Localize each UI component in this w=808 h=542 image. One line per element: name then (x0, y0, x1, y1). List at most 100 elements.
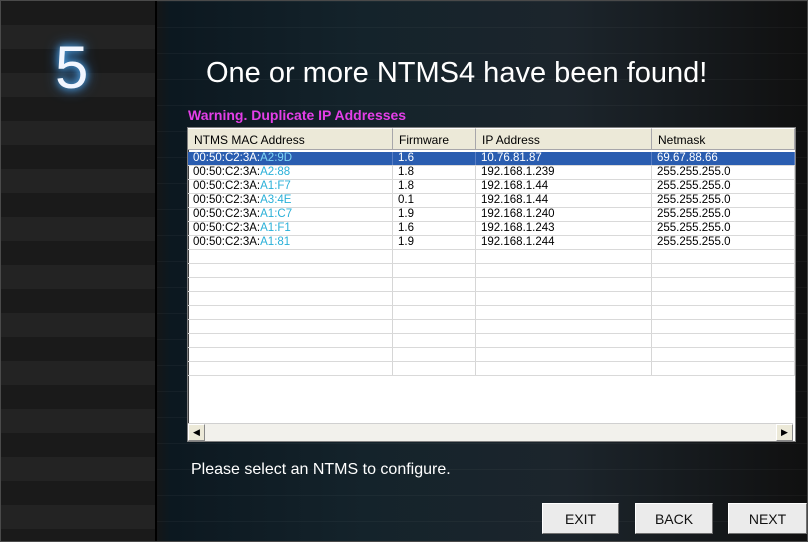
table-row[interactable]: 00:50:C2:3A:A1:C7 1.9 192.168.1.240 255.255… (188, 208, 795, 222)
netmask-cell: 255.255.255.0 (652, 166, 795, 179)
empty-cell (393, 306, 476, 319)
empty-row (188, 250, 795, 264)
netmask-cell: 255.255.255.0 (652, 208, 795, 221)
ip-cell: 192.168.1.244 (476, 236, 652, 249)
empty-cell (393, 264, 476, 277)
column-header-ip[interactable]: IP Address (476, 128, 652, 150)
scroll-right-button[interactable]: ▶ (776, 424, 793, 441)
firmware-cell: 1.8 (393, 180, 476, 193)
firmware-cell: 1.8 (393, 166, 476, 179)
step-number: 5 (55, 34, 89, 101)
mac-cell: 00:50:C2:3A:A2:88 (188, 166, 393, 179)
mac-cell: 00:50:C2:3A:A2:9D (188, 152, 393, 165)
empty-cell (393, 334, 476, 347)
mac-cell: 00:50:C2:3A:A1:F1 (188, 222, 393, 235)
mac-suffix: A1:C7 (260, 208, 293, 220)
empty-cell (188, 250, 393, 263)
firmware-cell: 1.6 (393, 222, 476, 235)
empty-cell (188, 334, 393, 347)
empty-cell (652, 334, 795, 347)
mac-prefix: 00:50:C2:3A: (193, 166, 261, 178)
mac-suffix: A1:F1 (260, 222, 291, 234)
empty-cell (393, 250, 476, 263)
netmask-cell: 255.255.255.0 (652, 236, 795, 249)
next-button[interactable]: NEXT (728, 503, 807, 534)
ip-cell: 192.168.1.44 (476, 180, 652, 193)
empty-cell (652, 320, 795, 333)
ip-cell: 192.168.1.44 (476, 194, 652, 207)
empty-cell (476, 320, 652, 333)
firmware-cell: 1.9 (393, 236, 476, 249)
firmware-cell: 1.6 (393, 152, 476, 165)
arrow-left-icon: ◀ (193, 427, 200, 437)
column-header-netmask[interactable]: Netmask (652, 128, 795, 150)
netmask-cell: 255.255.255.0 (652, 222, 795, 235)
empty-row (188, 334, 795, 348)
netmask-cell: 255.255.255.0 (652, 180, 795, 193)
empty-cell (652, 362, 795, 375)
ip-cell: 192.168.1.243 (476, 222, 652, 235)
empty-cell (652, 306, 795, 319)
firmware-cell: 0.1 (393, 194, 476, 207)
empty-cell (188, 278, 393, 291)
empty-row (188, 292, 795, 306)
empty-cell (188, 264, 393, 277)
mac-cell: 00:50:C2:3A:A1:F7 (188, 180, 393, 193)
empty-cell (393, 348, 476, 361)
empty-cell (476, 334, 652, 347)
scroll-thumb[interactable] (206, 425, 210, 440)
back-button[interactable]: BACK (635, 503, 713, 534)
empty-cell (476, 306, 652, 319)
mac-suffix: A1:81 (260, 236, 291, 248)
empty-cell (188, 320, 393, 333)
mac-cell: 00:50:C2:3A:A1:C7 (188, 208, 393, 221)
mac-prefix: 00:50:C2:3A: (193, 180, 261, 192)
mac-suffix: A2:88 (260, 166, 291, 178)
empty-row (188, 278, 795, 292)
device-list[interactable]: NTMS MAC Address Firmware IP Address Net… (187, 127, 796, 442)
mac-suffix: A3:4E (260, 194, 292, 206)
page-title: One or more NTMS4 have been found! (206, 57, 708, 89)
empty-cell (652, 292, 795, 305)
ip-cell: 10.76.81.87 (476, 152, 652, 165)
mac-prefix: 00:50:C2:3A: (193, 236, 261, 248)
empty-cell (652, 264, 795, 277)
empty-cell (476, 362, 652, 375)
column-header-mac[interactable]: NTMS MAC Address (188, 128, 393, 150)
firmware-cell: 1.9 (393, 208, 476, 221)
empty-cell (476, 250, 652, 263)
table-row[interactable]: 00:50:C2:3A:A1:F7 1.8 192.168.1.44 255.255.… (188, 180, 795, 194)
horizontal-scrollbar[interactable]: ◀ ▶ (188, 423, 793, 441)
exit-button[interactable]: EXIT (542, 503, 619, 534)
empty-cell (393, 292, 476, 305)
mac-prefix: 00:50:C2:3A: (193, 194, 261, 206)
mac-suffix: A2:9D (260, 152, 293, 164)
table-row[interactable]: 00:50:C2:3A:A1:81 1.9 192.168.1.244 255.255… (188, 236, 795, 250)
mac-cell: 00:50:C2:3A:A1:81 (188, 236, 393, 249)
table-row[interactable]: 00:50:C2:3A:A2:88 1.8 192.168.1.239 255.255… (188, 166, 795, 180)
mac-suffix: A1:F7 (260, 180, 291, 192)
mac-prefix: 00:50:C2:3A: (193, 208, 261, 220)
table-row[interactable]: 00:50:C2:3A:A3:4E 0.1 192.168.1.44 255.255.… (188, 194, 795, 208)
empty-cell (393, 278, 476, 291)
mac-prefix: 00:50:C2:3A: (193, 152, 261, 164)
empty-cell (476, 348, 652, 361)
wizard-window: 5 One or more NTMS4 have been found! War… (0, 0, 808, 542)
ip-cell: 192.168.1.240 (476, 208, 652, 221)
arrow-right-icon: ▶ (781, 427, 788, 437)
instruction-text: Please select an NTMS to configure. (191, 461, 451, 478)
table-row[interactable]: 00:50:C2:3A:A1:F1 1.6 192.168.1.243 255.255… (188, 222, 795, 236)
ip-cell: 192.168.1.239 (476, 166, 652, 179)
empty-cell (393, 320, 476, 333)
left-panel: 5 (1, 1, 157, 541)
scroll-left-button[interactable]: ◀ (188, 424, 205, 441)
empty-cell (476, 264, 652, 277)
mac-prefix: 00:50:C2:3A: (193, 222, 261, 234)
empty-row (188, 320, 795, 334)
netmask-cell: 255.255.255.0 (652, 194, 795, 207)
empty-row (188, 264, 795, 278)
list-header: NTMS MAC Address Firmware IP Address Net… (188, 128, 795, 152)
list-rows: 00:50:C2:3A:A2:9D 1.6 10.76.81.87 69.67.88.… (188, 152, 795, 376)
table-row[interactable]: 00:50:C2:3A:A2:9D 1.6 10.76.81.87 69.67.88.… (188, 152, 795, 166)
column-header-firmware[interactable]: Firmware (393, 128, 476, 150)
